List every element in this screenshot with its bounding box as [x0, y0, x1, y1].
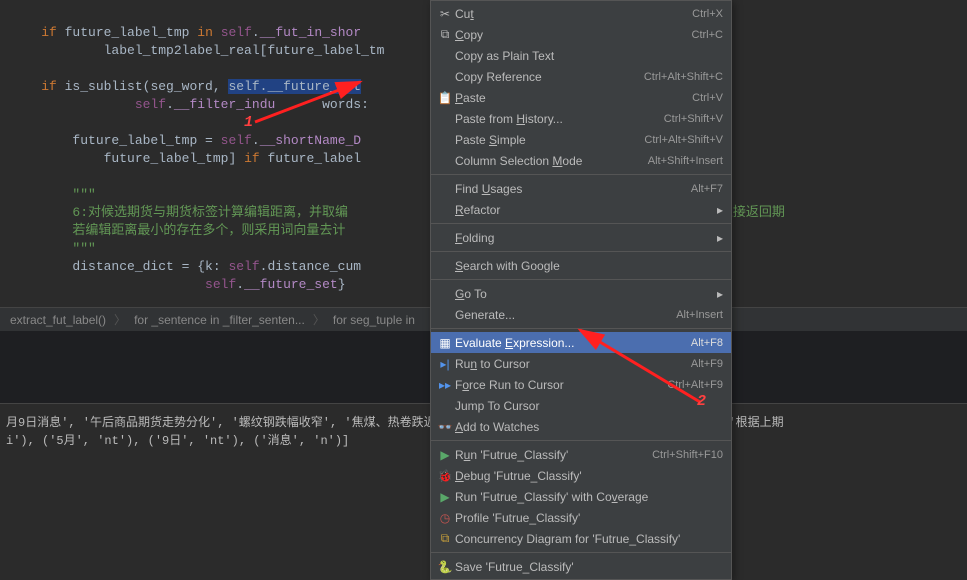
paste-icon: 📋: [435, 91, 455, 105]
breadcrumb-item[interactable]: for _sentence in _filter_senten...: [130, 313, 309, 327]
concurrency-icon: ⧉: [435, 531, 455, 546]
profile-icon: ◷: [435, 511, 455, 525]
menu-goto[interactable]: Go To▸: [431, 283, 731, 304]
scissors-icon: ✂: [435, 7, 455, 21]
menu-concurrency[interactable]: ⧉Concurrency Diagram for 'Futrue_Classif…: [431, 528, 731, 549]
menu-separator: [431, 174, 731, 175]
breadcrumb-item[interactable]: for seg_tuple in: [329, 313, 419, 327]
python-icon: 🐍: [435, 560, 455, 574]
play-icon: ▶: [435, 448, 455, 462]
copy-icon: ⧉: [435, 27, 455, 42]
annotation-1: 1: [244, 114, 253, 131]
menu-column-selection[interactable]: Column Selection ModeAlt+Shift+Insert: [431, 150, 731, 171]
annotation-2: 2: [697, 393, 706, 410]
menu-force-run-to-cursor[interactable]: ▸▸Force Run to CursorCtrl+Alt+F9: [431, 374, 731, 395]
menu-paste-history[interactable]: Paste from History...Ctrl+Shift+V: [431, 108, 731, 129]
force-run-icon: ▸▸: [435, 378, 455, 392]
breadcrumb-item[interactable]: extract_fut_label(): [6, 313, 110, 327]
run-cursor-icon: ▸|: [435, 357, 455, 371]
chevron-right-icon: ▸: [717, 287, 723, 301]
coverage-icon: ▶: [435, 490, 455, 504]
menu-run[interactable]: ▶Run 'Futrue_Classify'Ctrl+Shift+F10: [431, 444, 731, 465]
watch-icon: 👓: [435, 420, 455, 434]
menu-add-watches[interactable]: 👓Add to Watches: [431, 416, 731, 437]
menu-evaluate-expression[interactable]: ▦Evaluate Expression...Alt+F8: [431, 332, 731, 353]
menu-profile[interactable]: ◷Profile 'Futrue_Classify': [431, 507, 731, 528]
menu-save-config[interactable]: 🐍Save 'Futrue_Classify': [431, 556, 731, 577]
chevron-right-icon: ▸: [717, 231, 723, 245]
menu-generate[interactable]: Generate...Alt+Insert: [431, 304, 731, 325]
menu-folding[interactable]: Folding▸: [431, 227, 731, 248]
menu-find-usages[interactable]: Find UsagesAlt+F7: [431, 178, 731, 199]
menu-separator: [431, 440, 731, 441]
calculator-icon: ▦: [435, 336, 455, 350]
menu-separator: [431, 223, 731, 224]
menu-separator: [431, 251, 731, 252]
menu-paste-simple[interactable]: Paste SimpleCtrl+Alt+Shift+V: [431, 129, 731, 150]
bug-icon: 🐞: [435, 469, 455, 483]
menu-debug[interactable]: 🐞Debug 'Futrue_Classify': [431, 465, 731, 486]
menu-search-google[interactable]: Search with Google: [431, 255, 731, 276]
menu-run-coverage[interactable]: ▶Run 'Futrue_Classify' with Coverage: [431, 486, 731, 507]
menu-run-to-cursor[interactable]: ▸|Run to CursorAlt+F9: [431, 353, 731, 374]
menu-copy-reference[interactable]: Copy ReferenceCtrl+Alt+Shift+C: [431, 66, 731, 87]
menu-cut[interactable]: ✂CutCtrl+X: [431, 3, 731, 24]
context-menu: ✂CutCtrl+X ⧉CopyCtrl+C Copy as Plain Tex…: [430, 0, 732, 580]
menu-copy[interactable]: ⧉CopyCtrl+C: [431, 24, 731, 45]
menu-separator: [431, 279, 731, 280]
selected-text[interactable]: self.__future_set: [228, 79, 361, 94]
menu-jump-to-cursor[interactable]: Jump To Cursor: [431, 395, 731, 416]
menu-separator: [431, 552, 731, 553]
chevron-right-icon: ▸: [717, 203, 723, 217]
menu-copy-plain[interactable]: Copy as Plain Text: [431, 45, 731, 66]
menu-paste[interactable]: 📋PasteCtrl+V: [431, 87, 731, 108]
menu-refactor[interactable]: Refactor▸: [431, 199, 731, 220]
menu-separator: [431, 328, 731, 329]
